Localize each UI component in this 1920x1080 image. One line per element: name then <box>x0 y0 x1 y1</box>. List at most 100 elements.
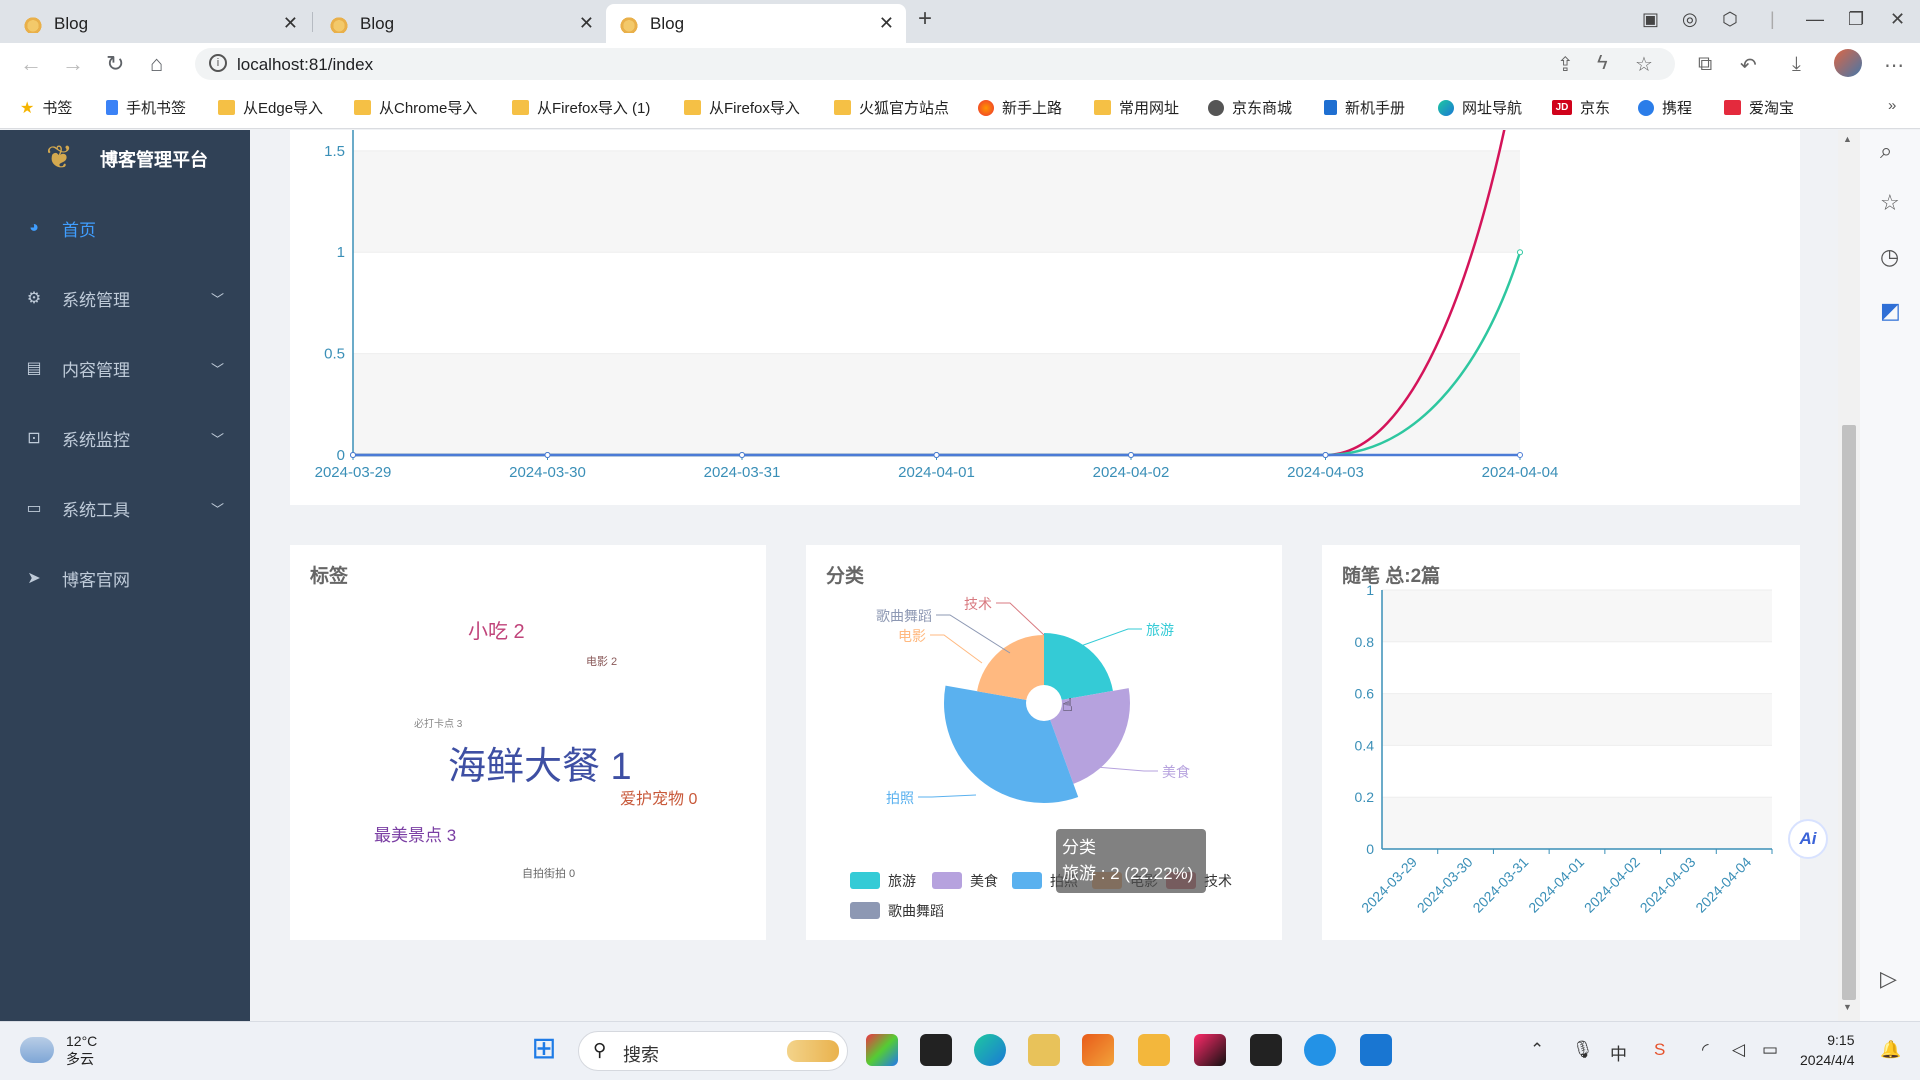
bookmark-item[interactable]: 从Edge导入 <box>218 97 323 118</box>
matlab-icon[interactable] <box>1082 1034 1114 1066</box>
volume-icon[interactable]: ◁ <box>1732 1040 1745 1060</box>
chevron-down-icon: ﹀ <box>210 291 224 307</box>
tag-word[interactable]: 爱护宠物 0 <box>620 785 697 809</box>
sidebar-item-label: 内容管理 <box>62 360 130 380</box>
search-icon[interactable]: ⌕ <box>1880 138 1892 164</box>
home-icon[interactable]: ⌂ <box>150 51 163 77</box>
series-point <box>544 452 551 458</box>
taskbar-clock[interactable]: 9:15 2024/4/4 <box>1800 1030 1855 1070</box>
microphone-icon[interactable]: 🎙 <box>1572 1040 1594 1060</box>
download-icon[interactable]: ⤓ <box>1792 53 1801 76</box>
ai-assistant-button[interactable]: Ai <box>1788 819 1828 859</box>
weather-widget[interactable]: 12°C 多云 <box>20 1032 97 1068</box>
ime-icon[interactable]: 中 <box>1610 1040 1627 1065</box>
app-icon[interactable]: ◩ <box>1880 298 1901 324</box>
browser-tab[interactable]: Blog ✕ <box>316 4 606 43</box>
bookmark-item[interactable]: 手机书签 <box>106 97 186 118</box>
x-tick-label: 2024-04-04 <box>1482 464 1559 481</box>
bookmark-item[interactable]: 从Firefox导入 (1) <box>512 97 650 118</box>
bookmark-item[interactable]: 常用网址 <box>1094 97 1179 118</box>
wifi-icon[interactable]: ◜ <box>1702 1040 1709 1060</box>
close-tab-icon[interactable]: ✕ <box>283 13 298 34</box>
bookmark-item[interactable]: 从Chrome导入 <box>354 97 477 118</box>
more-bookmarks-icon[interactable]: » <box>1888 97 1896 114</box>
sidebar-item-content-management[interactable]: ▤ 内容管理 ﹀ <box>0 340 250 396</box>
notification-bell-icon[interactable]: 🔔 <box>1880 1040 1901 1060</box>
favorite-star-icon[interactable]: ☆ <box>1635 52 1653 77</box>
close-tab-icon[interactable]: ✕ <box>879 13 894 34</box>
tag-word[interactable]: 电影 2 <box>586 653 617 669</box>
sidebar-item-blog-site[interactable]: ➤ 博客官网 <box>0 550 250 606</box>
browser-tab-active[interactable]: Blog ✕ <box>606 4 906 43</box>
windows-start-icon[interactable]: ⊞ <box>528 1034 560 1066</box>
speed-icon[interactable]: ϟ <box>1597 52 1608 75</box>
tag-word[interactable]: 最美景点 3 <box>374 821 456 846</box>
bookmark-item[interactable]: ★ 书签 <box>20 97 72 118</box>
tag-word[interactable]: 自拍街拍 0 <box>522 865 575 881</box>
edge-app-icon[interactable] <box>974 1034 1006 1066</box>
site-info-icon[interactable]: i <box>209 54 227 72</box>
back-icon[interactable]: ← <box>20 51 42 77</box>
new-tab-button[interactable]: + <box>918 5 932 33</box>
terminal-icon[interactable] <box>1250 1034 1282 1066</box>
favorites-icon[interactable]: ☆ <box>1880 190 1900 216</box>
tray-chevron-up-icon[interactable]: ⌃ <box>1530 1040 1544 1060</box>
series-point <box>1517 249 1523 256</box>
sidebar-item-system-tools[interactable]: ▭ 系统工具 ﹀ <box>0 480 250 536</box>
bookmark-item[interactable]: 携程 <box>1638 97 1692 118</box>
bookmark-item[interactable]: 新机手册 <box>1324 97 1405 118</box>
extensions-puzzle-icon[interactable]: ⧉ <box>1698 53 1712 76</box>
history-icon[interactable]: ◷ <box>1880 244 1899 270</box>
title-separator: | <box>1770 9 1775 29</box>
expand-panel-icon[interactable]: ▷ <box>1880 966 1897 992</box>
incognito-icon[interactable]: ◎ <box>1682 9 1698 30</box>
page-scrollbar[interactable]: ▲ ▼ <box>1838 130 1860 1021</box>
extensions-icon[interactable]: ⬡ <box>1722 9 1738 30</box>
file-explorer-icon[interactable] <box>1138 1034 1170 1066</box>
sidebar-item-system-monitor[interactable]: ⊡ 系统监控 ﹀ <box>0 410 250 466</box>
tag-word[interactable]: 海鲜大餐 1 <box>448 735 632 790</box>
minimize-icon[interactable]: — <box>1806 9 1824 30</box>
scrollbar-thumb[interactable] <box>1842 425 1856 1000</box>
forward-icon[interactable]: → <box>62 51 84 77</box>
close-window-icon[interactable]: ✕ <box>1890 9 1905 30</box>
intellij-icon[interactable] <box>1194 1034 1226 1066</box>
bookmark-item[interactable]: 新手上路 <box>978 97 1062 118</box>
sidebar-item-system-management[interactable]: ⚙ 系统管理 ﹀ <box>0 270 250 326</box>
battery-icon[interactable]: ▭ <box>1762 1040 1778 1060</box>
workspaces-icon[interactable]: ▣ <box>1642 9 1659 30</box>
bookmark-item[interactable]: 网址导航 <box>1438 97 1522 118</box>
bookmark-item[interactable]: 火狐官方站点 <box>834 97 949 118</box>
browser-app-icon[interactable] <box>1304 1034 1336 1066</box>
bookmark-item[interactable]: 从Firefox导入 <box>684 97 800 118</box>
scroll-up-icon[interactable]: ▲ <box>1843 134 1852 144</box>
x-tick-label: 2024-04-04 <box>1692 854 1754 916</box>
profile-avatar[interactable] <box>1834 49 1862 77</box>
browser-tab[interactable]: Blog ✕ <box>10 4 310 43</box>
sidebar-logo[interactable]: 博客管理平台 <box>46 138 208 176</box>
taskbar-search[interactable]: ⚲ 搜索 <box>578 1031 848 1071</box>
restore-icon[interactable]: ❐ <box>1848 9 1864 30</box>
share-icon[interactable]: ⇪ <box>1557 52 1574 77</box>
bookmark-item[interactable]: 京东商城 <box>1208 97 1292 118</box>
bookmark-item[interactable]: 爱淘宝 <box>1724 97 1794 118</box>
more-menu-icon[interactable]: ⋯ <box>1884 53 1904 78</box>
pie-label: 歌曲舞蹈 <box>876 608 932 624</box>
tag-word[interactable]: 必打卡点 3 <box>414 715 462 730</box>
bookmark-item[interactable]: JD 京东 <box>1552 97 1610 118</box>
sidebar: 博客管理平台 ◕ 首页 ⚙ 系统管理 ﹀ ▤ 内容管理 ﹀ ⊡ 系统监控 ﹀ ▭… <box>0 130 250 1021</box>
close-tab-icon[interactable]: ✕ <box>579 13 594 34</box>
tag-word[interactable]: 小吃 2 <box>468 615 525 644</box>
folder-icon <box>1094 100 1111 115</box>
url-field[interactable]: i localhost:81/index ⇪ ϟ ☆ <box>195 48 1675 80</box>
y-tick-label: 1.5 <box>324 143 345 160</box>
sidebar-item-home[interactable]: ◕ 首页 <box>0 200 250 256</box>
whiteboard-icon[interactable] <box>1360 1034 1392 1066</box>
reload-icon[interactable]: ↻ <box>106 51 124 77</box>
scroll-down-icon[interactable]: ▼ <box>1843 1002 1852 1012</box>
copilot-icon[interactable] <box>866 1034 898 1066</box>
history-back-icon[interactable]: ↶ <box>1740 53 1757 78</box>
snipping-icon[interactable] <box>1028 1034 1060 1066</box>
task-view-icon[interactable] <box>920 1034 952 1066</box>
wps-icon[interactable]: S <box>1654 1040 1665 1060</box>
